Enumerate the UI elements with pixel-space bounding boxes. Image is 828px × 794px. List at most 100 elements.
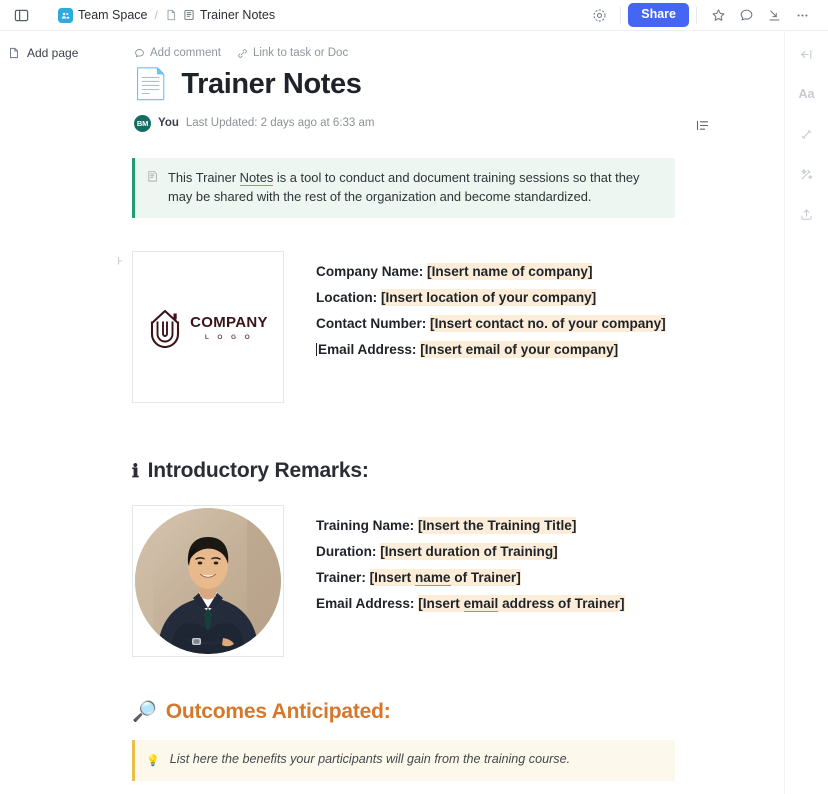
trainer-fields: Training Name: [Insert the Training Titl… <box>316 505 625 657</box>
document-meta: BM You Last Updated: 2 days ago at 6:33 … <box>132 114 692 132</box>
document-inline-actions: Add comment Link to task or Doc <box>132 43 692 63</box>
page-with-curl-emoji: 📄 <box>132 67 170 101</box>
trainer-photo-frame[interactable] <box>132 505 284 658</box>
collapse-down-icon[interactable] <box>760 2 788 28</box>
field-company-name[interactable]: Company Name: [Insert name of company] <box>316 261 666 282</box>
field-trainer[interactable]: Trainer: [Insert name of Trainer] <box>316 567 625 588</box>
add-page-button[interactable]: Add page <box>0 42 84 64</box>
text-cursor <box>316 343 317 357</box>
field-trainer-value: [Insert name of Trainer] <box>369 569 521 587</box>
plus-icon[interactable]: + <box>118 253 127 270</box>
breadcrumb-separator: / <box>154 8 158 22</box>
link-to-task-button[interactable]: Link to task or Doc <box>237 47 348 59</box>
app-shell: Add page Add comment Link to task or Doc <box>0 31 828 794</box>
document: Add comment Link to task or Doc 📄 Traine… <box>118 31 692 781</box>
toolbar-divider-2 <box>696 6 697 24</box>
field-training-name[interactable]: Training Name: [Insert the Training Titl… <box>316 515 625 536</box>
outcomes-tip-callout: 💡 List here the benefits your participan… <box>132 740 675 781</box>
field-trainer-label: Trainer: <box>316 570 366 586</box>
breadcrumb-team-space[interactable]: Team Space <box>58 7 147 23</box>
doc-small-icon[interactable] <box>165 9 177 21</box>
panel-toggle-icon[interactable] <box>10 4 32 26</box>
upload-share-icon[interactable] <box>794 201 820 227</box>
link-sparkle-icon <box>238 48 247 58</box>
text-format-aa-icon[interactable]: Aa <box>794 81 820 107</box>
outline-list-icon[interactable] <box>691 114 713 136</box>
field-duration-value: [Insert duration of Training] <box>380 543 558 561</box>
trainer-info-block: Training Name: [Insert the Training Titl… <box>132 505 692 658</box>
trainer-portrait-illustration <box>135 508 281 655</box>
notes-page-icon <box>183 9 195 21</box>
avatar[interactable]: BM <box>134 114 151 132</box>
field-company-email-label: Email Address: <box>318 342 417 358</box>
field-contact-number[interactable]: Contact Number: [Insert contact no. of y… <box>316 313 666 334</box>
text-format-aa-label: Aa <box>798 87 815 101</box>
company-wordmark: COMPANY L O G O <box>190 314 268 341</box>
toolbar-divider-1 <box>620 6 622 24</box>
company-logo-sub: L O G O <box>204 333 254 341</box>
section-heading-introductory-remarks[interactable]: ℹ Introductory Remarks: <box>132 459 692 483</box>
field-trainer-misspelled: name <box>414 570 451 587</box>
company-logo-name: COMPANY <box>190 313 268 331</box>
field-trainer-email-label: Email Address: <box>316 596 415 612</box>
field-trainer-email-value: [Insert email address of Trainer] <box>418 595 625 613</box>
comment-bubble-icon[interactable] <box>732 2 760 28</box>
field-company-email-value: [Insert email of your company] <box>420 341 619 359</box>
note-pin-icon <box>146 169 159 206</box>
intro-text-part1: This Trainer <box>168 169 240 185</box>
field-location-value: [Insert location of your company] <box>380 289 597 307</box>
field-location-label: Location: <box>316 290 378 306</box>
field-company-name-label: Company Name: <box>316 264 424 280</box>
add-comment-label: Add comment <box>150 47 221 59</box>
link-to-task-label: Link to task or Doc <box>252 47 349 59</box>
field-company-email[interactable]: Email Address: [Insert email of your com… <box>316 339 666 360</box>
add-comment-button[interactable]: Add comment <box>134 47 221 59</box>
star-icon[interactable] <box>704 2 732 28</box>
field-company-name-value: [Insert name of company] <box>427 263 593 281</box>
magic-wand-icon[interactable] <box>794 161 820 187</box>
trainer-portrait-photo <box>135 508 281 655</box>
ai-sparkle-icon[interactable] <box>794 121 820 147</box>
meta-author: You <box>158 117 179 130</box>
field-contact-number-value: [Insert contact no. of your company] <box>430 315 666 333</box>
breadcrumb-page[interactable]: Trainer Notes <box>183 8 275 22</box>
field-location[interactable]: Location: [Insert location of your compa… <box>316 287 666 308</box>
breadcrumb-page-label: Trainer Notes <box>199 8 276 22</box>
meta-updated: Last Updated: 2 days ago at 6:33 am <box>185 117 375 130</box>
company-fields: Company Name: [Insert name of company] L… <box>316 251 666 403</box>
field-trainer-value-a: [Insert <box>369 570 415 586</box>
light-bulb-emoji: 💡 <box>146 754 160 767</box>
field-trainer-email-misspelled: email <box>463 596 499 613</box>
share-button[interactable]: Share <box>628 2 689 28</box>
section-heading-introductory-remarks-label: Introductory Remarks: <box>147 459 369 483</box>
title-row: 📄 Trainer Notes <box>132 67 692 101</box>
magnifying-glass-emoji: 🔎 <box>132 701 157 724</box>
field-training-name-value: [Insert the Training Title] <box>417 517 577 535</box>
page-title[interactable]: Trainer Notes <box>181 68 362 101</box>
intro-callout-text: This Trainer Notes is a tool to conduct … <box>168 169 661 206</box>
left-sidebar: Add page <box>0 31 118 794</box>
outcomes-tip-text: List here the benefits your participants… <box>169 752 571 767</box>
collapse-panel-icon[interactable] <box>794 41 820 67</box>
company-info-block: COMPANY L O G O Company Name: [Insert na… <box>132 251 692 404</box>
intro-callout: This Trainer Notes is a tool to conduct … <box>132 157 675 219</box>
field-trainer-email-value-b: address of Trainer] <box>498 596 625 612</box>
company-logo-frame[interactable]: COMPANY L O G O <box>132 251 284 404</box>
section-heading-outcomes-anticipated[interactable]: 🔎 Outcomes Anticipated: <box>132 699 692 724</box>
more-horizontal-icon[interactable] <box>788 2 816 28</box>
add-page-icon <box>10 47 18 59</box>
field-trainer-email-value-a: [Insert <box>418 596 464 612</box>
company-logo: COMPANY L O G O <box>148 306 268 349</box>
company-house-shield-logo <box>151 310 180 349</box>
field-duration-label: Duration: <box>316 544 377 560</box>
clock-history-icon[interactable] <box>585 2 613 28</box>
field-trainer-email[interactable]: Email Address: [Insert email address of … <box>316 593 625 614</box>
field-duration[interactable]: Duration: [Insert duration of Training] <box>316 541 625 562</box>
breadcrumb: Team Space / Trainer Notes <box>58 7 275 23</box>
top-bar: Team Space / Trainer Notes Share <box>0 0 828 31</box>
comment-bubble-icon <box>135 48 144 57</box>
top-bar-left: Team Space / Trainer Notes <box>10 4 585 26</box>
top-bar-actions: Share <box>585 2 816 28</box>
document-area: Add comment Link to task or Doc 📄 Traine… <box>118 31 784 794</box>
field-training-name-label: Training Name: <box>316 518 415 534</box>
